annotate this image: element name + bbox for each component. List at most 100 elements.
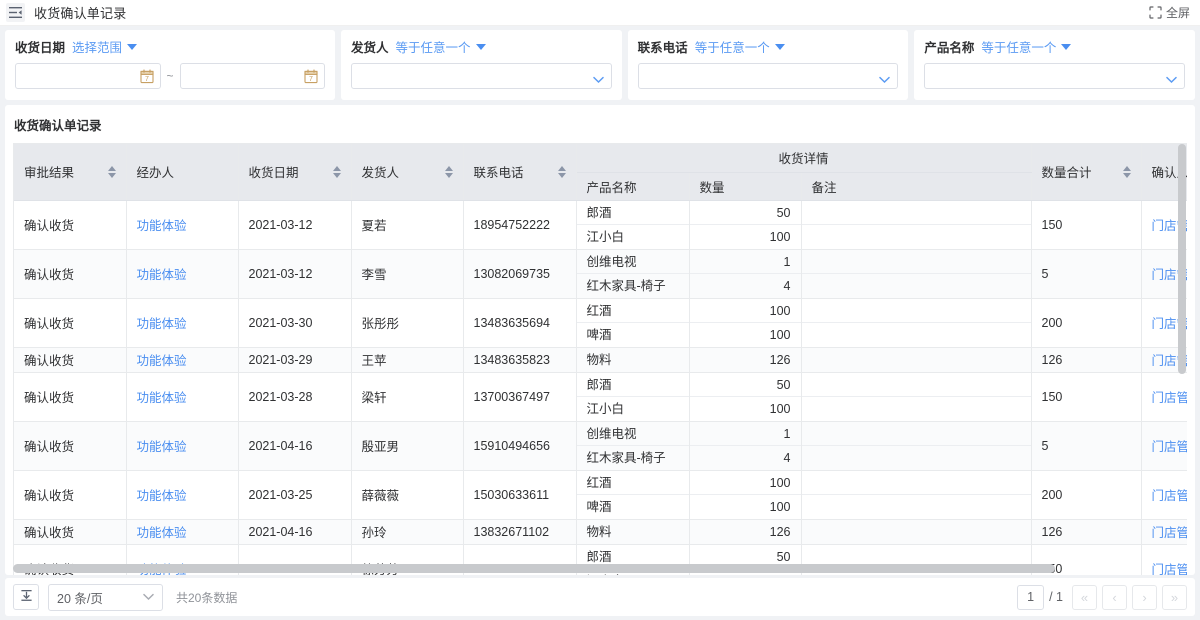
cell-confirmer[interactable]: 门店管理: [1141, 470, 1188, 520]
sort-icon[interactable]: [1122, 165, 1131, 178]
cell-shipper: 王苹: [351, 347, 464, 373]
filter-phone-head: 联系电话 等于任意一个: [638, 37, 899, 56]
col-group-receipt-detail-label: 收货详情: [778, 152, 829, 167]
filter-shipper-field[interactable]: [359, 69, 604, 83]
table-row[interactable]: 确认收货 功能体验 2021-03-28 梁轩 13700367497 郎酒 江小白 50 10…: [14, 372, 1188, 422]
cell-handler[interactable]: 功能体验: [126, 249, 239, 299]
cell-approval: 确认收货: [14, 249, 127, 299]
next-page-button[interactable]: ›: [1132, 584, 1157, 610]
cell-handler-link[interactable]: 功能体验: [137, 317, 187, 331]
cell-handler[interactable]: 功能体验: [126, 421, 239, 471]
col-product-label: 产品名称: [586, 180, 637, 195]
filter-phone-field[interactable]: [645, 69, 891, 83]
cell-handler[interactable]: 功能体验: [126, 470, 239, 520]
filter-product-label: 产品名称: [924, 41, 975, 55]
date-start-field[interactable]: [23, 69, 153, 83]
cell-handler[interactable]: 功能体验: [126, 298, 239, 348]
filter-phone-select[interactable]: [637, 63, 899, 89]
cell-confirmer[interactable]: 门店管理: [1141, 519, 1188, 545]
table-row[interactable]: 确认收货 功能体验 2021-03-25 薛薇薇 15030633611 红酒 啤酒 100 1…: [14, 470, 1188, 520]
col-handler-label: 经办人: [136, 166, 175, 181]
col-date[interactable]: 收货日期: [238, 144, 352, 201]
page-total-label: / 1: [1049, 590, 1063, 604]
filter-shipper-select[interactable]: [351, 63, 612, 89]
cell-confirmer-link[interactable]: 门店管理: [1152, 391, 1188, 405]
table-row[interactable]: 确认收货 功能体验 2021-04-16 殷亚男 15910494656 创维电视 红木家具…: [14, 421, 1188, 471]
sort-icon[interactable]: [332, 165, 341, 178]
cell-handler[interactable]: 功能体验: [126, 519, 239, 545]
cell-detail-remark: [801, 421, 1032, 471]
cell-handler[interactable]: 功能体验: [126, 200, 239, 250]
cell-confirmer-link[interactable]: 门店管理: [1152, 526, 1188, 540]
col-remark[interactable]: 备注: [801, 172, 1032, 201]
filter-product-field[interactable]: [932, 69, 1178, 83]
cell-handler-link[interactable]: 功能体验: [137, 526, 187, 540]
filter-receive-date-row: 7 ~ 7: [15, 63, 326, 89]
hamburger-collapse-icon[interactable]: [6, 3, 25, 22]
col-shipper[interactable]: 发货人: [351, 144, 464, 201]
col-qty-total-label: 数量合计: [1041, 166, 1092, 181]
filter-receive-date-head: 收货日期 选择范围: [15, 37, 325, 56]
col-qty[interactable]: 数量: [689, 172, 802, 201]
table-row[interactable]: 确认收货 功能体验 2021-03-29 王苹 13483635823 物料 126 126 门…: [14, 347, 1187, 373]
filter-product-operator[interactable]: 等于任意一个: [981, 37, 1056, 56]
first-page-button[interactable]: «: [1072, 584, 1097, 610]
filter-shipper-operator[interactable]: 等于任意一个: [396, 37, 471, 56]
col-approval[interactable]: 审批结果: [14, 144, 127, 201]
sort-icon[interactable]: [444, 165, 453, 178]
cell-date: 2021-03-28: [238, 372, 352, 422]
cell-detail-product: 红酒 啤酒: [576, 298, 690, 348]
cell-confirmer[interactable]: 门店管理: [1141, 421, 1188, 471]
detail-qty: 126: [769, 352, 791, 367]
col-qty-total[interactable]: 数量合计: [1031, 144, 1142, 201]
page-size-value: 20 条/页: [57, 591, 103, 606]
filter-receive-date-operator[interactable]: 选择范围: [72, 37, 122, 56]
fullscreen-button[interactable]: 全屏: [1149, 4, 1190, 21]
sort-icon[interactable]: [557, 165, 566, 178]
cell-handler-link[interactable]: 功能体验: [137, 391, 187, 405]
export-button[interactable]: [13, 584, 39, 610]
fullscreen-icon: [1149, 6, 1162, 19]
chevron-down-icon[interactable]: [475, 43, 486, 50]
col-product[interactable]: 产品名称: [576, 172, 690, 201]
current-page-input[interactable]: 1: [1017, 584, 1045, 610]
sort-icon[interactable]: [107, 165, 116, 178]
last-page-button[interactable]: »: [1162, 584, 1187, 610]
chevron-down-icon[interactable]: [1061, 43, 1072, 50]
detail-qty: 1: [689, 422, 800, 446]
col-handler[interactable]: 经办人: [126, 144, 239, 201]
cell-handler-link[interactable]: 功能体验: [137, 440, 187, 454]
page-size-select[interactable]: 20 条/页: [48, 583, 163, 611]
cell-qty-total: 150: [1031, 200, 1142, 250]
col-phone[interactable]: 联系电话: [463, 144, 577, 201]
cell-phone: 15910494656: [463, 421, 577, 471]
chevron-down-icon[interactable]: [774, 43, 785, 50]
filter-phone-operator[interactable]: 等于任意一个: [695, 37, 770, 56]
date-end-input[interactable]: 7: [179, 63, 326, 89]
cell-handler[interactable]: 功能体验: [126, 372, 239, 422]
prev-page-button[interactable]: ‹: [1102, 584, 1127, 610]
cell-confirmer-link[interactable]: 门店管理: [1152, 440, 1188, 454]
date-end-field[interactable]: [187, 69, 318, 83]
table-row[interactable]: 确认收货 功能体验 2021-03-12 夏若 18954752222 郎酒 江小白 50 10…: [14, 200, 1187, 250]
cell-confirmer-link[interactable]: 门店管理: [1152, 489, 1188, 503]
table-row[interactable]: 确认收货 功能体验 2021-03-12 李雪 13082069735 创维电视 红木家具-…: [14, 249, 1187, 299]
cell-handler[interactable]: 功能体验: [126, 347, 239, 373]
cell-handler-link[interactable]: 功能体验: [137, 354, 187, 368]
detail-qty: 100: [769, 229, 791, 244]
cell-confirmer[interactable]: 门店管理: [1141, 372, 1188, 422]
table-scroll-area[interactable]: 审批结果 经办人 收货日期 发货人 联系电话 收货详情 数量合计 确认人 产品名…: [13, 143, 1187, 575]
detail-remark: [801, 373, 1030, 397]
table-row[interactable]: 确认收货 功能体验 2021-03-30 张彤彤 13483635694 红酒 啤酒 100 1…: [14, 298, 1187, 348]
cell-handler-link[interactable]: 功能体验: [137, 219, 187, 233]
date-start-input[interactable]: 7: [15, 63, 161, 89]
table-row[interactable]: 确认收货 功能体验 2021-04-16 孙玲 13832671102 物料 126 126 门…: [14, 519, 1188, 545]
filter-product-select[interactable]: [924, 63, 1186, 89]
table-horizontal-scrollbar[interactable]: [13, 564, 1189, 573]
cell-handler-link[interactable]: 功能体验: [137, 489, 187, 503]
cell-detail-remark: [801, 200, 1032, 250]
chevron-down-icon[interactable]: [127, 43, 138, 50]
filter-receive-date-label: 收货日期: [15, 41, 66, 55]
cell-handler-link[interactable]: 功能体验: [137, 268, 187, 282]
page-title: 收货确认单记录: [34, 6, 127, 21]
